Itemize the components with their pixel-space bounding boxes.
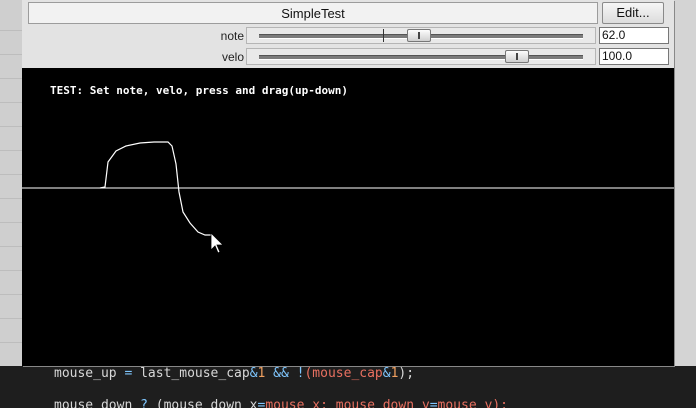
param-row-note: note 62.0 [22,25,674,47]
slider-thumb[interactable] [504,50,529,63]
plugin-window: SimpleTest Edit... note 62.0 velo 100.0 … [22,0,674,366]
drawing-canvas[interactable]: TEST: Set note, velo, press and drag(up-… [22,68,674,366]
note-slider[interactable] [246,27,596,44]
slider-center-mark [383,29,384,42]
param-label-velo: velo [221,50,244,64]
param-row-velo: velo 100.0 [22,46,674,68]
desktop-background [0,0,22,408]
slider-thumb[interactable] [406,29,431,42]
slider-track [259,55,583,60]
note-value-field[interactable]: 62.0 [599,27,669,44]
code-line: mouse_up = last_mouse_cap&1 && !(mouse_c… [54,366,415,381]
code-editor-background: mouse_up = last_mouse_cap&1 && !(mouse_c… [0,366,696,408]
edit-button[interactable]: Edit... [602,2,664,24]
param-label-note: note [220,29,244,43]
code-line: mouse_down ? (mouse_down_x=mouse_x; mous… [54,398,508,408]
canvas-graphics [22,141,674,254]
mouse-cursor-icon [210,232,224,254]
velo-slider[interactable] [246,48,596,65]
plugin-header: SimpleTest Edit... note 62.0 velo 100.0 [22,0,674,68]
velo-value-field[interactable]: 100.0 [599,48,669,65]
plugin-title: SimpleTest [28,2,598,24]
